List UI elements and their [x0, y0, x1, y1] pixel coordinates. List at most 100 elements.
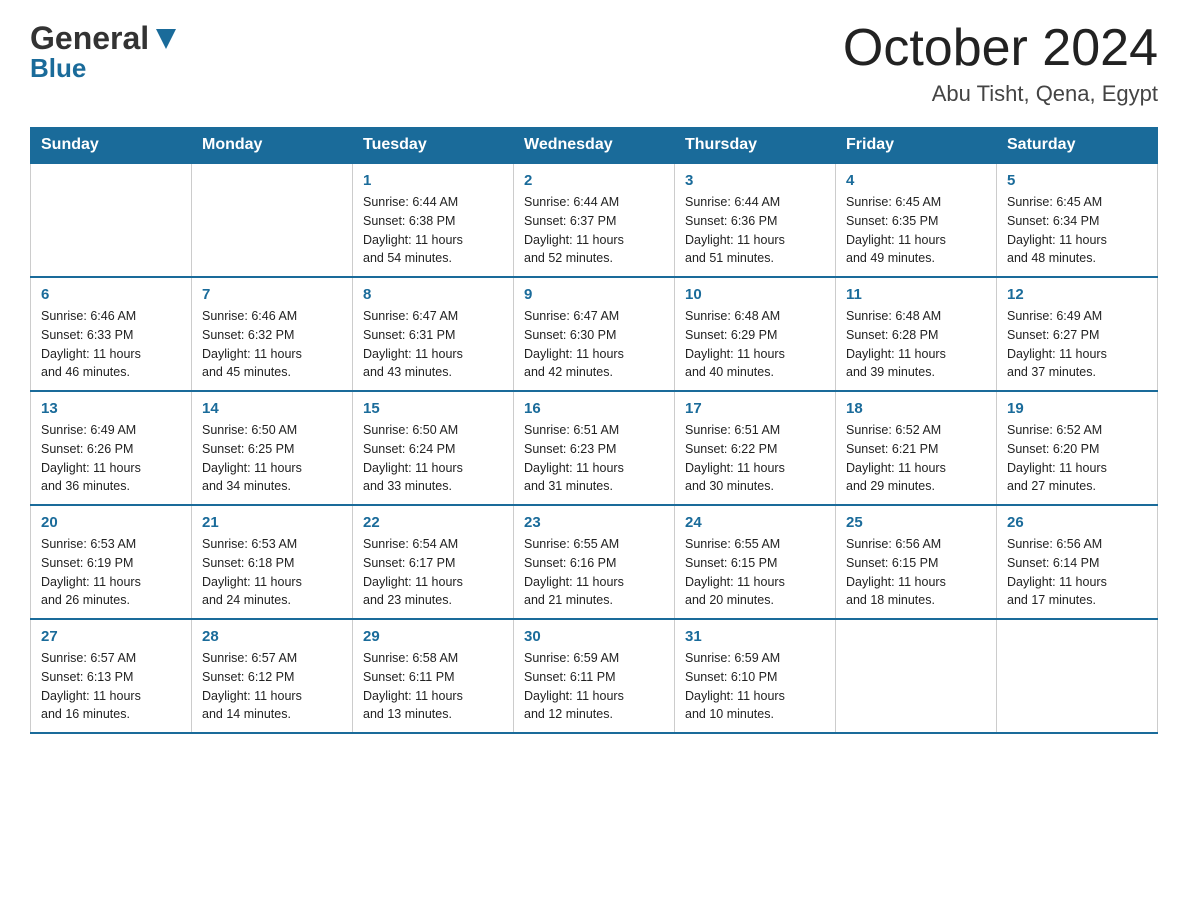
day-info: Sunrise: 6:46 AMSunset: 6:33 PMDaylight:… — [41, 307, 181, 382]
day-info: Sunrise: 6:57 AMSunset: 6:12 PMDaylight:… — [202, 649, 342, 724]
day-number: 2 — [524, 172, 664, 189]
calendar-cell: 25 Sunrise: 6:56 AMSunset: 6:15 PMDayligh… — [836, 505, 997, 619]
calendar-cell: 21 Sunrise: 6:53 AMSunset: 6:18 PMDayligh… — [192, 505, 353, 619]
month-title: October 2024 — [843, 20, 1158, 77]
calendar-week-row: 27Sunrise: 6:57 AMSunset: 6:13 PMDayligh… — [31, 619, 1158, 733]
calendar-day-header: Thursday — [675, 128, 836, 164]
day-number: 13 — [41, 400, 181, 417]
day-info: Sunrise: 6:56 AMSunset: 6:15 PMDaylight:… — [846, 535, 986, 610]
title-area: October 2024 Abu Tisht, Qena, Egypt — [843, 20, 1158, 107]
calendar-cell: 18 Sunrise: 6:52 AMSunset: 6:21 PMDayligh… — [836, 391, 997, 505]
calendar-cell: 20Sunrise: 6:53 AMSunset: 6:19 PMDayligh… — [31, 505, 192, 619]
calendar-week-row: 6Sunrise: 6:46 AMSunset: 6:33 PMDaylight… — [31, 277, 1158, 391]
calendar-cell: 14 Sunrise: 6:50 AMSunset: 6:25 PMDayligh… — [192, 391, 353, 505]
calendar-week-row: 1 Sunrise: 6:44 AMSunset: 6:38 PMDaylight… — [31, 163, 1158, 277]
day-number: 4 — [846, 172, 986, 189]
calendar-cell: 17Sunrise: 6:51 AMSunset: 6:22 PMDayligh… — [675, 391, 836, 505]
day-info: Sunrise: 6:48 AMSunset: 6:29 PMDaylight:… — [685, 307, 825, 382]
day-number: 30 — [524, 628, 664, 645]
calendar-cell: 12Sunrise: 6:49 AMSunset: 6:27 PMDayligh… — [997, 277, 1158, 391]
calendar-cell: 22 Sunrise: 6:54 AMSunset: 6:17 PMDayligh… — [353, 505, 514, 619]
day-number: 11 — [846, 286, 986, 303]
calendar-cell: 9 Sunrise: 6:47 AMSunset: 6:30 PMDaylight… — [514, 277, 675, 391]
day-number: 23 — [524, 514, 664, 531]
day-number: 3 — [685, 172, 825, 189]
calendar-cell: 6Sunrise: 6:46 AMSunset: 6:33 PMDaylight… — [31, 277, 192, 391]
day-info: Sunrise: 6:47 AMSunset: 6:30 PMDaylight:… — [524, 307, 664, 382]
calendar-cell — [836, 619, 997, 733]
calendar-cell: 19 Sunrise: 6:52 AMSunset: 6:20 PMDayligh… — [997, 391, 1158, 505]
day-info: Sunrise: 6:53 AMSunset: 6:18 PMDaylight:… — [202, 535, 342, 610]
calendar-cell: 11 Sunrise: 6:48 AMSunset: 6:28 PMDayligh… — [836, 277, 997, 391]
day-info: Sunrise: 6:55 AMSunset: 6:15 PMDaylight:… — [685, 535, 825, 610]
logo-arrow-icon — [151, 24, 181, 54]
day-number: 20 — [41, 514, 181, 531]
day-number: 9 — [524, 286, 664, 303]
day-info: Sunrise: 6:56 AMSunset: 6:14 PMDaylight:… — [1007, 535, 1147, 610]
calendar-cell: 24 Sunrise: 6:55 AMSunset: 6:15 PMDayligh… — [675, 505, 836, 619]
day-number: 22 — [363, 514, 503, 531]
day-number: 24 — [685, 514, 825, 531]
logo-general-text: General — [30, 20, 149, 57]
calendar-day-header: Sunday — [31, 128, 192, 164]
day-info: Sunrise: 6:45 AMSunset: 6:35 PMDaylight:… — [846, 193, 986, 268]
calendar-cell: 15 Sunrise: 6:50 AMSunset: 6:24 PMDayligh… — [353, 391, 514, 505]
day-info: Sunrise: 6:48 AMSunset: 6:28 PMDaylight:… — [846, 307, 986, 382]
location: Abu Tisht, Qena, Egypt — [843, 81, 1158, 107]
calendar-header-row: SundayMondayTuesdayWednesdayThursdayFrid… — [31, 128, 1158, 164]
calendar-cell: 29Sunrise: 6:58 AMSunset: 6:11 PMDayligh… — [353, 619, 514, 733]
calendar-day-header: Monday — [192, 128, 353, 164]
day-number: 26 — [1007, 514, 1147, 531]
calendar-cell: 3 Sunrise: 6:44 AMSunset: 6:36 PMDaylight… — [675, 163, 836, 277]
day-number: 21 — [202, 514, 342, 531]
calendar-cell: 30 Sunrise: 6:59 AMSunset: 6:11 PMDayligh… — [514, 619, 675, 733]
calendar-day-header: Wednesday — [514, 128, 675, 164]
calendar-cell — [192, 163, 353, 277]
day-number: 28 — [202, 628, 342, 645]
calendar-table: SundayMondayTuesdayWednesdayThursdayFrid… — [30, 127, 1158, 734]
calendar-day-header: Saturday — [997, 128, 1158, 164]
calendar-cell: 26 Sunrise: 6:56 AMSunset: 6:14 PMDayligh… — [997, 505, 1158, 619]
day-info: Sunrise: 6:50 AMSunset: 6:25 PMDaylight:… — [202, 421, 342, 496]
day-number: 7 — [202, 286, 342, 303]
day-number: 14 — [202, 400, 342, 417]
day-info: Sunrise: 6:55 AMSunset: 6:16 PMDaylight:… — [524, 535, 664, 610]
calendar-cell — [997, 619, 1158, 733]
day-number: 12 — [1007, 286, 1147, 303]
day-info: Sunrise: 6:44 AMSunset: 6:38 PMDaylight:… — [363, 193, 503, 268]
day-info: Sunrise: 6:46 AMSunset: 6:32 PMDaylight:… — [202, 307, 342, 382]
calendar-cell: 1 Sunrise: 6:44 AMSunset: 6:38 PMDaylight… — [353, 163, 514, 277]
day-number: 17 — [685, 400, 825, 417]
day-number: 29 — [363, 628, 503, 645]
day-number: 16 — [524, 400, 664, 417]
calendar-cell: 23 Sunrise: 6:55 AMSunset: 6:16 PMDayligh… — [514, 505, 675, 619]
logo-blue-text: Blue — [30, 53, 86, 84]
day-number: 18 — [846, 400, 986, 417]
day-number: 15 — [363, 400, 503, 417]
day-number: 1 — [363, 172, 503, 189]
day-number: 19 — [1007, 400, 1147, 417]
page-header: General Blue October 2024 Abu Tisht, Qen… — [30, 20, 1158, 107]
calendar-day-header: Tuesday — [353, 128, 514, 164]
calendar-cell: 2 Sunrise: 6:44 AMSunset: 6:37 PMDaylight… — [514, 163, 675, 277]
calendar-cell: 4 Sunrise: 6:45 AMSunset: 6:35 PMDaylight… — [836, 163, 997, 277]
day-info: Sunrise: 6:59 AMSunset: 6:11 PMDaylight:… — [524, 649, 664, 724]
day-info: Sunrise: 6:50 AMSunset: 6:24 PMDaylight:… — [363, 421, 503, 496]
calendar-cell: 5Sunrise: 6:45 AMSunset: 6:34 PMDaylight… — [997, 163, 1158, 277]
calendar-cell: 31 Sunrise: 6:59 AMSunset: 6:10 PMDayligh… — [675, 619, 836, 733]
day-number: 31 — [685, 628, 825, 645]
calendar-cell: 10Sunrise: 6:48 AMSunset: 6:29 PMDayligh… — [675, 277, 836, 391]
day-info: Sunrise: 6:57 AMSunset: 6:13 PMDaylight:… — [41, 649, 181, 724]
calendar-cell: 27Sunrise: 6:57 AMSunset: 6:13 PMDayligh… — [31, 619, 192, 733]
day-info: Sunrise: 6:44 AMSunset: 6:36 PMDaylight:… — [685, 193, 825, 268]
calendar-cell — [31, 163, 192, 277]
day-info: Sunrise: 6:54 AMSunset: 6:17 PMDaylight:… — [363, 535, 503, 610]
day-info: Sunrise: 6:52 AMSunset: 6:21 PMDaylight:… — [846, 421, 986, 496]
calendar-cell: 16 Sunrise: 6:51 AMSunset: 6:23 PMDayligh… — [514, 391, 675, 505]
calendar-cell: 28 Sunrise: 6:57 AMSunset: 6:12 PMDayligh… — [192, 619, 353, 733]
day-number: 25 — [846, 514, 986, 531]
day-info: Sunrise: 6:52 AMSunset: 6:20 PMDaylight:… — [1007, 421, 1147, 496]
day-info: Sunrise: 6:44 AMSunset: 6:37 PMDaylight:… — [524, 193, 664, 268]
day-info: Sunrise: 6:59 AMSunset: 6:10 PMDaylight:… — [685, 649, 825, 724]
day-info: Sunrise: 6:51 AMSunset: 6:23 PMDaylight:… — [524, 421, 664, 496]
